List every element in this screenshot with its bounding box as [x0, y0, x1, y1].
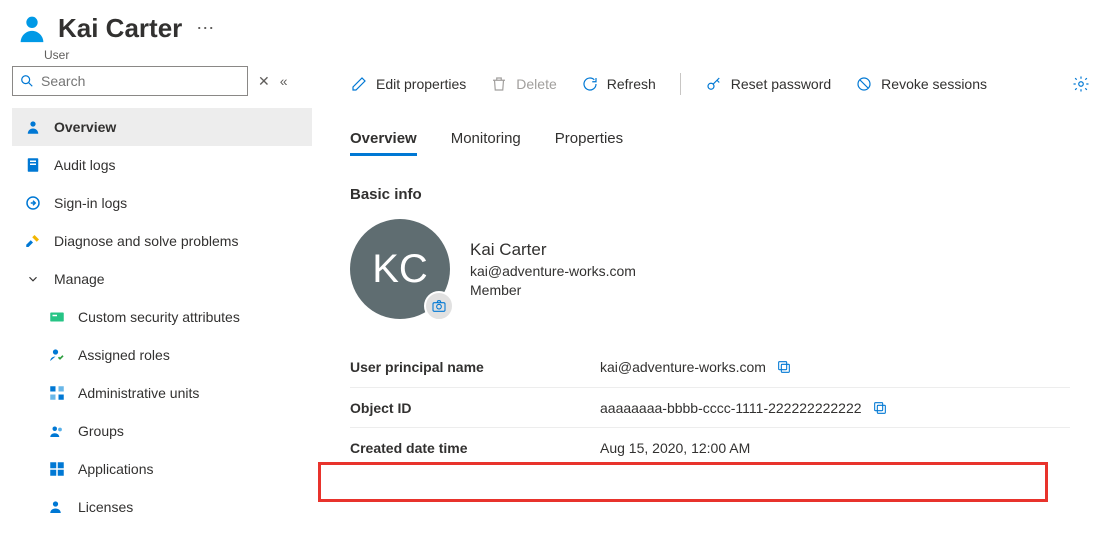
tab-monitoring[interactable]: Monitoring — [451, 130, 521, 156]
user-header-icon — [14, 10, 50, 46]
tools-icon — [22, 230, 44, 252]
profile-email: kai@adventure-works.com — [470, 263, 636, 279]
refresh-button[interactable]: Refresh — [581, 75, 656, 93]
search-icon — [19, 70, 35, 92]
chevron-down-icon — [22, 268, 44, 290]
person-check-icon — [46, 344, 68, 366]
sidebar-item-applications[interactable]: Applications — [12, 450, 312, 488]
search-input[interactable] — [39, 72, 241, 90]
highlight-object-id — [318, 462, 1048, 502]
license-icon — [46, 496, 68, 518]
row-object-id: Object ID aaaaaaaa-bbbb-cccc-1111-222222… — [350, 387, 1070, 427]
cmd-label: Refresh — [607, 76, 656, 92]
sidebar-item-label: Manage — [54, 271, 105, 287]
collapse-sidebar-icon[interactable]: « — [280, 73, 288, 89]
sidebar-item-overview[interactable]: Overview — [12, 108, 312, 146]
signin-icon — [22, 192, 44, 214]
objectid-value: aaaaaaaa-bbbb-cccc-1111-222222222222 — [600, 400, 862, 416]
profile-member-type: Member — [470, 282, 636, 298]
sidebar-item-label: Administrative units — [78, 385, 199, 401]
cmd-label: Revoke sessions — [881, 76, 987, 92]
upn-label: User principal name — [350, 359, 600, 375]
sidebar-item-label: Sign-in logs — [54, 195, 127, 211]
key-icon — [705, 75, 723, 93]
tab-overview[interactable]: Overview — [350, 130, 417, 156]
sidebar-item-label: Diagnose and solve problems — [54, 233, 238, 249]
reset-password-button[interactable]: Reset password — [705, 75, 831, 93]
journal-icon — [22, 154, 44, 176]
copy-objectid-button[interactable] — [872, 400, 888, 416]
sidebar-item-groups[interactable]: Groups — [12, 412, 312, 450]
person-icon — [22, 116, 44, 138]
refresh-icon — [581, 75, 599, 93]
block-icon — [855, 75, 873, 93]
profile-display-name: Kai Carter — [470, 240, 636, 260]
objectid-label: Object ID — [350, 400, 600, 416]
gear-icon — [1072, 75, 1090, 93]
created-value: Aug 15, 2020, 12:00 AM — [600, 440, 750, 456]
sidebar-item-label: Groups — [78, 423, 124, 439]
sidebar-item-assigned-roles[interactable]: Assigned roles — [12, 336, 312, 374]
created-label: Created date time — [350, 440, 600, 456]
sidebar-item-label: Assigned roles — [78, 347, 170, 363]
sidebar-item-label: Audit logs — [54, 157, 115, 173]
revoke-sessions-button[interactable]: Revoke sessions — [855, 75, 987, 93]
card-icon — [46, 306, 68, 328]
settings-button[interactable] — [1072, 75, 1090, 93]
sidebar-item-label: Custom security attributes — [78, 309, 240, 325]
separator — [680, 73, 681, 95]
avatar-container: KC — [350, 219, 450, 319]
tab-properties[interactable]: Properties — [555, 130, 623, 156]
cmd-label: Edit properties — [376, 76, 466, 92]
upn-value: kai@adventure-works.com — [600, 359, 766, 375]
sidebar-item-manage[interactable]: Manage — [12, 260, 312, 298]
apps-icon — [46, 458, 68, 480]
group-icon — [46, 420, 68, 442]
page-subtitle: User — [44, 48, 1100, 62]
sidebar-item-custom-security[interactable]: Custom security attributes — [12, 298, 312, 336]
page-title: Kai Carter — [58, 13, 182, 44]
copy-upn-button[interactable] — [776, 359, 792, 375]
search-input-container[interactable] — [12, 66, 248, 96]
sidebar-item-audit-logs[interactable]: Audit logs — [12, 146, 312, 184]
sidebar-item-signin-logs[interactable]: Sign-in logs — [12, 184, 312, 222]
basic-info-heading: Basic info — [350, 186, 1090, 203]
cmd-label: Delete — [516, 76, 556, 92]
sidebar-item-licenses[interactable]: Licenses — [12, 488, 312, 526]
change-photo-button[interactable] — [424, 291, 454, 321]
cmd-label: Reset password — [731, 76, 831, 92]
delete-button: Delete — [490, 75, 556, 93]
sidebar-item-label: Applications — [78, 461, 154, 477]
row-user-principal-name: User principal name kai@adventure-works.… — [350, 347, 1070, 387]
units-icon — [46, 382, 68, 404]
sidebar-item-label: Overview — [54, 119, 116, 135]
pencil-icon — [350, 75, 368, 93]
edit-properties-button[interactable]: Edit properties — [350, 75, 466, 93]
search-clear-icon[interactable]: ✕ — [258, 73, 270, 90]
sidebar-item-label: Licenses — [78, 499, 133, 515]
more-icon[interactable]: ⋯ — [196, 18, 215, 39]
sidebar-item-admin-units[interactable]: Administrative units — [12, 374, 312, 412]
camera-icon — [431, 298, 447, 314]
row-created-date: Created date time Aug 15, 2020, 12:00 AM — [350, 427, 1070, 467]
sidebar-item-diagnose[interactable]: Diagnose and solve problems — [12, 222, 312, 260]
trash-icon — [490, 75, 508, 93]
